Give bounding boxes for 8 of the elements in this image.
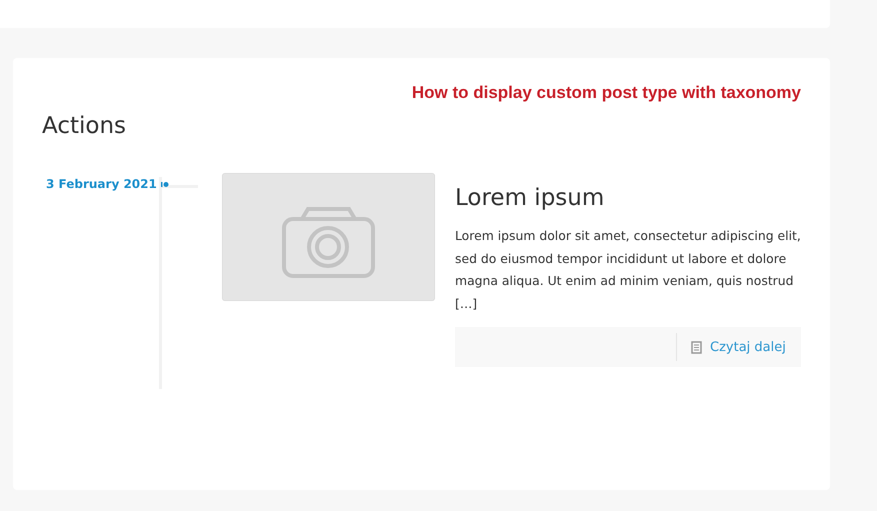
pin-icon — [161, 181, 170, 188]
post-title: Lorem ipsum — [455, 185, 606, 211]
read-more-link[interactable]: Czytaj dalej — [676, 333, 801, 361]
annotation-text: How to display custom post type with taxonomy — [412, 83, 801, 103]
document-icon — [691, 340, 702, 354]
section-heading: Actions — [42, 113, 128, 139]
post-excerpt: Lorem ipsum dolor sit amet, consectetur adipiscing elit, sed do eiusmod tempor incididunt ut labore et dolore magna aliqua. Ut enim ad minim veniam, quis nostrud […] — [455, 227, 801, 312]
post-date: 3 February 2021 — [46, 177, 170, 191]
